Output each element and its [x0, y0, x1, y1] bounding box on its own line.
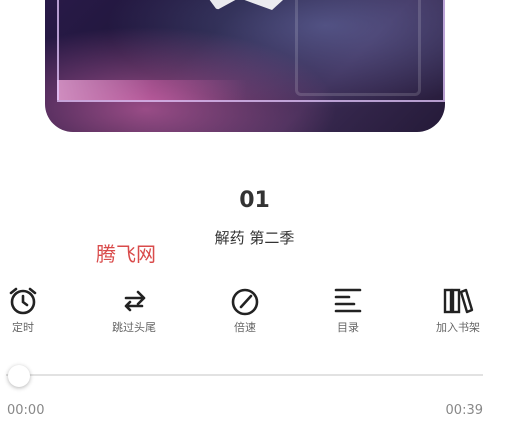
skip-label: 跳过头尾	[112, 321, 156, 334]
progress-knob[interactable]	[8, 365, 30, 387]
catalog-button[interactable]: 目录	[308, 286, 388, 335]
list-icon	[334, 288, 362, 313]
add-to-bookshelf-button[interactable]: 加入书架	[418, 286, 498, 335]
speedometer-icon	[231, 288, 259, 316]
speed-label: 倍速	[234, 321, 256, 334]
speed-button[interactable]: 倍速	[205, 286, 285, 335]
progress-track[interactable]	[6, 374, 483, 376]
player-toolbar: 定时 跳过头尾 倍速 目录 加入书架	[0, 286, 509, 338]
bookshelf-label: 加入书架	[436, 321, 480, 334]
skip-intro-outro-button[interactable]: 跳过头尾	[94, 286, 174, 335]
track-title: 解药 第二季	[214, 229, 295, 247]
total-time: 00:39	[445, 403, 483, 418]
alarm-clock-icon	[9, 287, 37, 315]
track-number: 01	[239, 188, 270, 213]
album-cover	[45, 0, 445, 132]
books-icon	[443, 288, 474, 314]
current-time: 00:00	[7, 403, 45, 418]
skip-arrows-icon	[124, 290, 146, 312]
cover-calligraphy	[295, 0, 421, 96]
watermark-text: 腾飞网	[96, 242, 156, 266]
timer-button[interactable]: 定时	[0, 286, 63, 335]
timer-label: 定时	[12, 321, 34, 334]
catalog-label: 目录	[337, 321, 359, 334]
